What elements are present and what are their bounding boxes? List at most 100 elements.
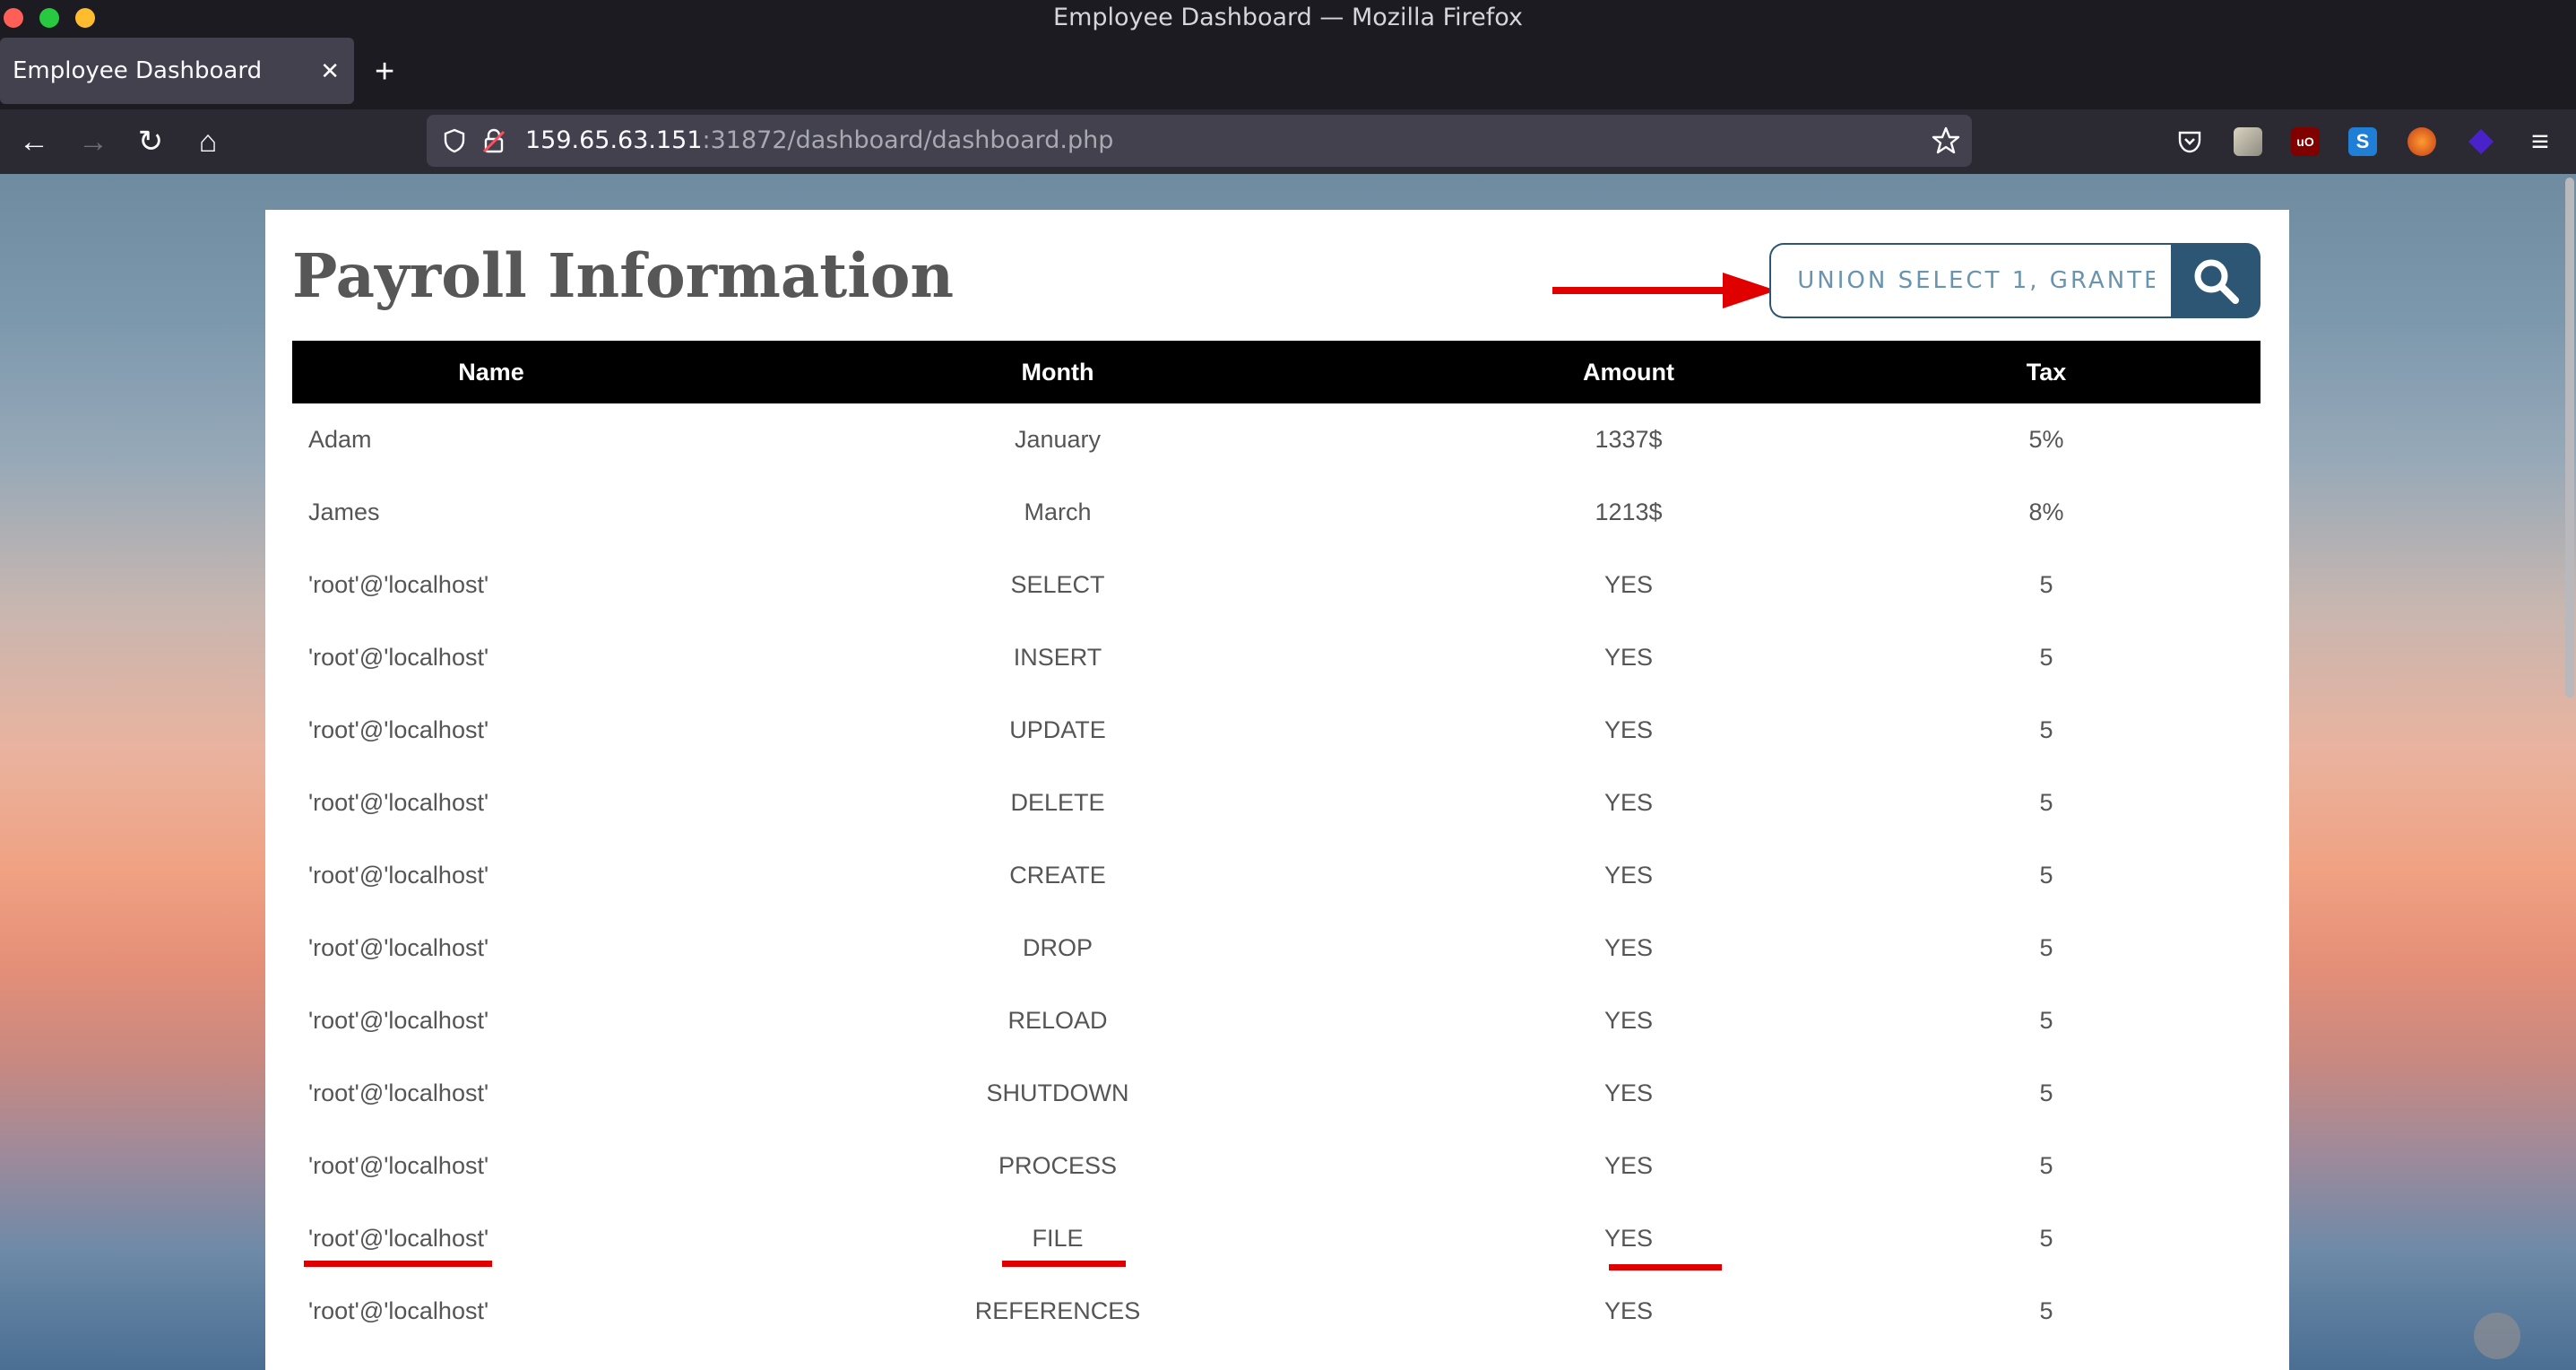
cell-name: James [308, 499, 380, 525]
wappalyzer-icon[interactable] [2467, 127, 2495, 156]
search-icon [2194, 259, 2239, 304]
cell-amount: 1213$ [1595, 499, 1663, 525]
cell-tax: 5 [2039, 1225, 2053, 1252]
scrollbar-thumb[interactable] [2565, 178, 2574, 698]
menu-icon[interactable]: ≡ [2517, 118, 2563, 165]
table-row: 'root'@'localhost' REFERENCES YES 5 [292, 1275, 2260, 1348]
cell-tax: 5 [2039, 1080, 2053, 1106]
table-row: 'root'@'localhost' INSERT YES 5 [292, 621, 2260, 694]
cell-tax: 5 [2039, 571, 2053, 598]
url-host: 159.65.63.151 [525, 126, 703, 154]
cell-name: 'root'@'localhost' [308, 644, 489, 671]
foxyproxy-icon[interactable] [2407, 127, 2436, 156]
header-month: Month [690, 341, 1425, 403]
cell-month: SHUTDOWN [986, 1080, 1129, 1106]
url-bar[interactable]: 159.65.63.151:31872/dashboard/dashboard.… [427, 115, 1972, 167]
cell-month: CREATE [1009, 862, 1106, 889]
cell-amount: YES [1604, 934, 1654, 961]
cell-amount: YES [1604, 862, 1654, 889]
table-row: 'root'@'localhost' SHUTDOWN YES 5 [292, 1057, 2260, 1130]
cell-name: Adam [308, 426, 372, 453]
table-row: 'root'@'localhost' SELECT YES 5 [292, 549, 2260, 621]
cell-tax: 5 [2039, 934, 2053, 961]
table-row: 'root'@'localhost' UPDATE YES 5 [292, 694, 2260, 767]
cell-name: 'root'@'localhost' [308, 571, 489, 598]
cell-tax: 5 [2039, 1297, 2053, 1324]
window-title: Employee Dashboard — Mozilla Firefox [1053, 4, 1523, 31]
cell-amount: YES [1604, 1297, 1654, 1324]
cell-name: 'root'@'localhost' [308, 716, 489, 743]
cell-month: UPDATE [1009, 716, 1106, 743]
page-title: Payroll Information [292, 240, 955, 311]
header-name: Name [292, 341, 690, 403]
cell-tax: 5% [2028, 426, 2064, 453]
cell-amount: YES [1604, 789, 1654, 816]
cell-amount: 1337$ [1595, 426, 1663, 453]
cell-month: PROCESS [998, 1152, 1118, 1179]
table-row: 'root'@'localhost' CREATE YES 5 [292, 839, 2260, 912]
cell-month: INSERT [1013, 644, 1102, 671]
url-text[interactable]: 159.65.63.151:31872/dashboard/dashboard.… [525, 115, 1113, 167]
cell-name: 'root'@'localhost' [308, 862, 489, 889]
cell-month: REFERENCES [974, 1297, 1141, 1324]
ublock-icon[interactable]: uO [2291, 127, 2320, 156]
window-titlebar: Employee Dashboard — Mozilla Firefox [0, 0, 2576, 36]
cell-tax: 5 [2039, 716, 2053, 743]
tab-title: Employee Dashboard [13, 57, 263, 84]
back-icon[interactable]: ← [11, 118, 57, 165]
table-row: James March 1213$ 8% [292, 476, 2260, 549]
cell-amount: YES [1604, 1080, 1654, 1106]
cell-tax: 5 [2039, 644, 2053, 671]
cell-name: 'root'@'localhost' [308, 1007, 489, 1034]
cell-name: 'root'@'localhost' [308, 934, 489, 961]
tab-employee-dashboard[interactable]: Employee Dashboard ✕ [0, 38, 354, 104]
cell-name: 'root'@'localhost' [308, 1080, 489, 1106]
scrollbar[interactable] [2562, 174, 2576, 1370]
cell-amount: YES [1604, 1007, 1654, 1034]
cell-tax: 5 [2039, 1007, 2053, 1034]
navigation-toolbar: ← → ↻ ⌂ 159.65.63.151:31872/dashboard/da… [0, 109, 2576, 174]
cell-tax: 5 [2039, 862, 2053, 889]
payroll-table: Name Month Amount Tax Adam January 1337$ 5%… [292, 341, 2260, 1348]
cell-month: March [1024, 499, 1092, 525]
table-row: 'root'@'localhost' DROP YES 5 [292, 912, 2260, 984]
shield-icon[interactable] [441, 127, 468, 154]
home-icon[interactable]: ⌂ [185, 118, 231, 165]
header-tax: Tax [1832, 341, 2260, 403]
extension-s-icon[interactable]: S [2348, 127, 2377, 156]
table-header-row: Name Month Amount Tax [292, 341, 2260, 403]
extension-icon[interactable] [2234, 127, 2262, 156]
annotation-underline-name [304, 1261, 492, 1267]
cell-amount: YES [1604, 571, 1654, 598]
table-row: 'root'@'localhost' DELETE YES 5 [292, 767, 2260, 839]
lock-insecure-icon[interactable] [480, 126, 507, 155]
annotation-arrow [1552, 273, 1776, 308]
cell-amount: YES [1604, 716, 1654, 743]
annotation-underline-month [1002, 1261, 1126, 1267]
cell-month: SELECT [1010, 571, 1105, 598]
page-viewport: Payroll Information Name Month Amount Ta… [0, 174, 2576, 1370]
cell-tax: 5 [2039, 789, 2053, 816]
tab-bar: Employee Dashboard ✕ + [0, 36, 2576, 109]
cell-tax: 8% [2028, 499, 2064, 525]
floating-widget-icon[interactable] [2474, 1313, 2520, 1359]
cell-tax: 5 [2039, 1152, 2053, 1179]
table-row: 'root'@'localhost' RELOAD YES 5 [292, 984, 2260, 1057]
reload-icon[interactable]: ↻ [127, 118, 174, 165]
bookmark-star-icon[interactable] [1931, 126, 1961, 156]
table-row: Adam January 1337$ 5% [292, 403, 2260, 476]
tab-close-icon[interactable]: ✕ [320, 38, 340, 104]
cell-month: January [1014, 426, 1102, 453]
pocket-icon[interactable] [2175, 127, 2204, 156]
search-button[interactable] [2171, 243, 2260, 318]
table-row: 'root'@'localhost' PROCESS YES 5 [292, 1130, 2260, 1202]
cell-name: 'root'@'localhost' [308, 789, 489, 816]
new-tab-button[interactable]: + [375, 36, 394, 108]
header-amount: Amount [1425, 341, 1832, 403]
cell-name: 'root'@'localhost' [308, 1152, 489, 1179]
search-input[interactable] [1769, 243, 2171, 318]
annotation-underline-amount [1609, 1264, 1722, 1270]
cell-amount: YES [1604, 644, 1654, 671]
url-path: :31872/dashboard/dashboard.php [702, 126, 1114, 154]
forward-icon[interactable]: → [70, 118, 117, 165]
